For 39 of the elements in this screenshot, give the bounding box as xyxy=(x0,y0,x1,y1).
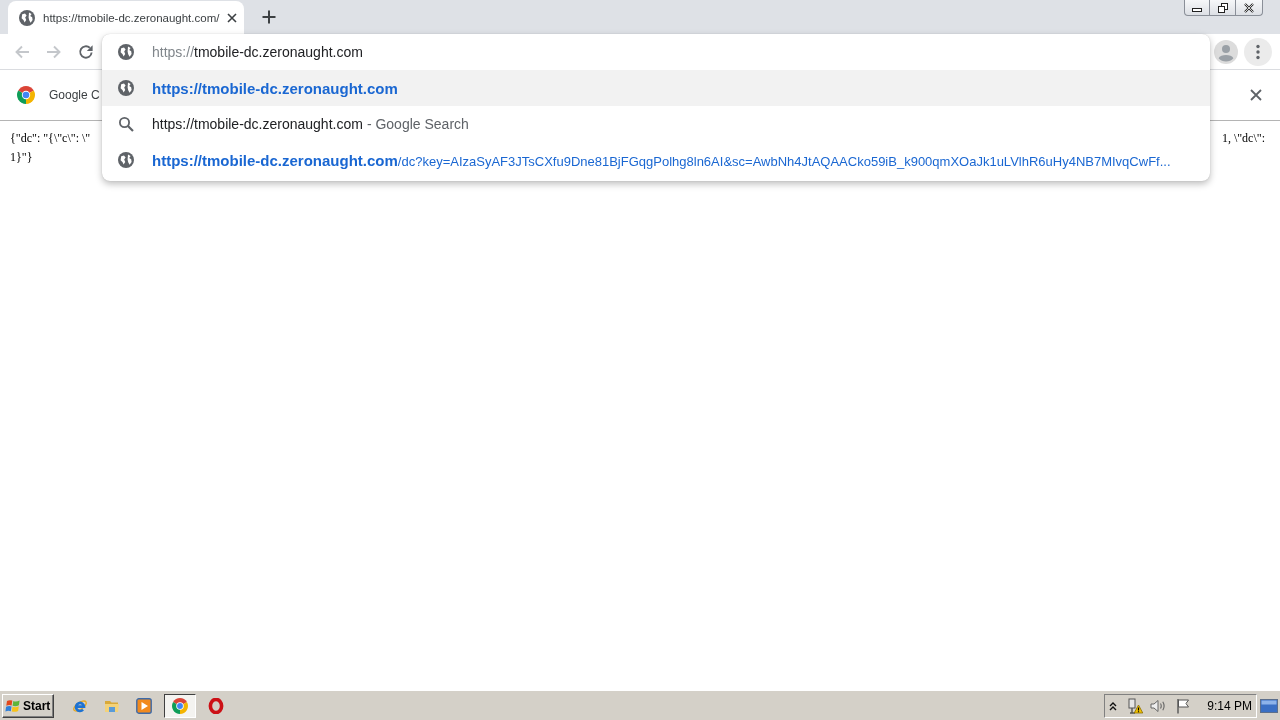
flag-icon[interactable] xyxy=(1175,697,1192,714)
restore-button[interactable] xyxy=(1210,0,1236,16)
globe-icon xyxy=(118,152,134,168)
browser-tab[interactable]: https://tmobile-dc.zeronaught.com/ xyxy=(8,1,244,34)
close-button[interactable] xyxy=(1236,0,1263,16)
start-button[interactable]: Start xyxy=(2,693,54,718)
suggestion-item[interactable]: https://tmobile-dc.zeronaught.com/dc?key=AIzaSyAF3JTsCXfu9Dne81BjFGqgPolhg8ln6AI&sc=AwbNh4JtAQAACko59iB_k900qmXOaJk1uLVlhR6uHy4NB7MIvqCwFf... xyxy=(102,142,1210,178)
chevron-up-icon[interactable] xyxy=(1109,700,1118,711)
network-warning-icon[interactable] xyxy=(1127,697,1144,714)
page-text: {"dc": "{\"c\": \" xyxy=(10,130,91,147)
close-icon xyxy=(1243,2,1255,13)
page-text: 1, \"dc\": xyxy=(1221,130,1265,147)
menu-icon[interactable] xyxy=(1244,37,1272,66)
close-icon[interactable] xyxy=(227,12,237,23)
suggestion-item[interactable]: https://tmobile-dc.zeronaught.com xyxy=(102,70,1210,106)
search-icon xyxy=(118,116,134,132)
globe-icon xyxy=(19,9,35,26)
suggestion-item[interactable]: https://tmobile-dc.zeronaught.com - Google Search xyxy=(102,106,1210,142)
address-field[interactable]: https://tmobile-dc.zeronaught.com xyxy=(152,34,1210,70)
circle-logo-icon xyxy=(172,697,188,714)
speaker-icon[interactable] xyxy=(1150,697,1167,714)
play-icon[interactable] xyxy=(136,697,152,714)
letter-e-icon[interactable] xyxy=(72,697,88,714)
plus-icon[interactable] xyxy=(262,10,276,24)
person-icon[interactable] xyxy=(1214,39,1238,64)
show-desktop-icon[interactable] xyxy=(1260,697,1278,714)
close-icon[interactable] xyxy=(1250,89,1262,101)
globe-icon[interactable] xyxy=(118,44,134,60)
minimize-button[interactable] xyxy=(1184,0,1210,16)
page-text: 1}"} xyxy=(10,149,33,166)
reload-icon[interactable] xyxy=(78,43,94,60)
circle-logo-icon xyxy=(17,86,35,104)
clock-text[interactable]: 9:14 PM xyxy=(1207,698,1252,713)
restore-icon xyxy=(1216,2,1229,13)
globe-icon xyxy=(118,80,134,96)
infobar-message: Google C xyxy=(49,88,100,102)
pane-flag-icon xyxy=(5,697,21,714)
letter-o-icon[interactable] xyxy=(208,697,224,714)
taskbar-button[interactable] xyxy=(164,693,196,718)
